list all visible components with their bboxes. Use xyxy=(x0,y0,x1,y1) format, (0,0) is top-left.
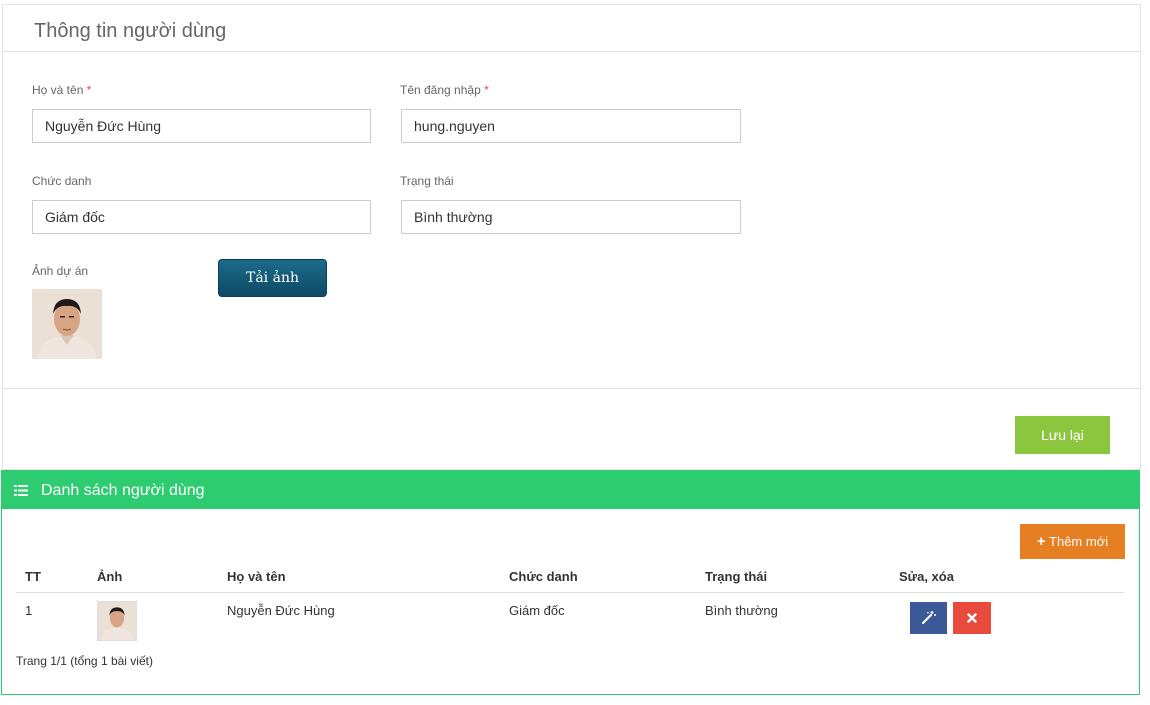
row-status: Bình thường xyxy=(705,603,778,618)
column-header-photo: Ảnh xyxy=(97,569,123,584)
photo-label: Ảnh dự án xyxy=(32,264,89,278)
username-label-text: Tên đăng nhập xyxy=(400,83,481,97)
add-new-label: Thêm mới xyxy=(1049,534,1109,549)
row-name: Nguyễn Đức Hùng xyxy=(227,603,335,618)
user-list-panel: Danh sách người dùng + Thêm mới TT Ảnh H… xyxy=(1,470,1140,695)
delete-button[interactable] xyxy=(953,602,991,634)
magic-wand-icon xyxy=(921,611,936,625)
upload-photo-button[interactable]: Tải ảnh xyxy=(218,259,327,297)
save-button[interactable]: Lưu lại xyxy=(1015,416,1110,454)
row-avatar xyxy=(97,601,137,641)
row-position: Giám đốc xyxy=(509,603,565,618)
portrait-icon xyxy=(32,289,102,359)
edit-button[interactable] xyxy=(910,602,947,634)
column-header-position: Chức danh xyxy=(509,569,578,584)
table-header-divider xyxy=(16,592,1124,593)
fullname-input[interactable] xyxy=(32,109,371,143)
form-divider xyxy=(3,388,1140,389)
row-index: 1 xyxy=(25,603,33,618)
column-header-status: Trạng thái xyxy=(705,569,768,584)
column-header-name: Họ và tên xyxy=(227,569,286,584)
portrait-icon xyxy=(98,602,136,640)
column-header-index: TT xyxy=(25,569,41,584)
page-title: Thông tin người dùng xyxy=(34,20,227,42)
user-info-panel: Thông tin người dùng Họ và tên * Tên đăn… xyxy=(2,4,1141,470)
add-new-button[interactable]: + Thêm mới xyxy=(1020,524,1125,559)
username-input[interactable] xyxy=(401,109,741,143)
username-label: Tên đăng nhập * xyxy=(400,83,489,97)
list-icon xyxy=(14,485,28,496)
status-label: Trạng thái xyxy=(400,174,454,188)
close-icon xyxy=(967,613,977,623)
pagination-text: Trang 1/1 (tổng 1 bài viết) xyxy=(16,654,153,668)
user-list-title: Danh sách người dùng xyxy=(41,482,205,499)
position-input[interactable] xyxy=(32,200,371,234)
fullname-label-text: Họ và tên xyxy=(32,83,84,97)
required-mark: * xyxy=(86,83,92,97)
user-photo xyxy=(32,289,102,359)
column-header-actions: Sửa, xóa xyxy=(899,569,954,584)
plus-icon: + xyxy=(1036,533,1046,550)
position-label: Chức danh xyxy=(32,174,92,188)
user-list-header: Danh sách người dùng xyxy=(2,471,1139,509)
status-input[interactable] xyxy=(401,200,741,234)
fullname-label: Họ và tên * xyxy=(32,83,91,97)
required-mark: * xyxy=(484,83,489,97)
